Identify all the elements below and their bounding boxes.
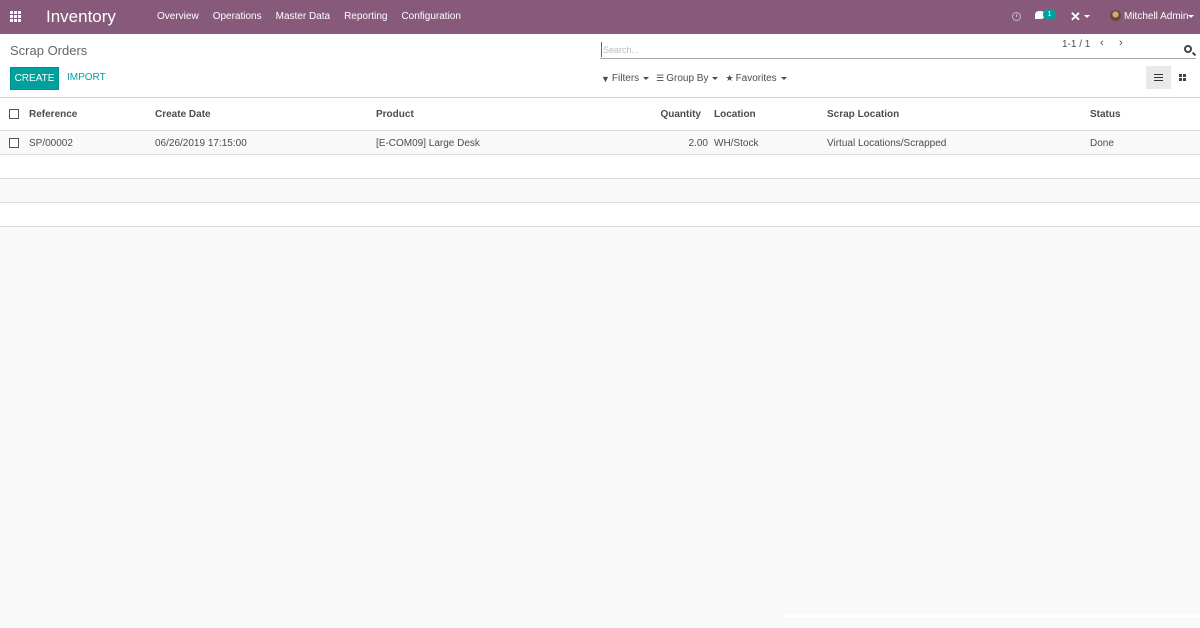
bottom-divider [783,614,1200,617]
menu-item-overview[interactable]: Overview [157,11,199,22]
bars-icon: ☰ [656,73,665,83]
column-header-location[interactable]: Location [714,109,756,120]
star-icon: ★ [725,73,734,83]
table-header: Reference Create Date Product Quantity L… [0,98,1200,131]
cell-scrap-location: Virtual Locations/Scrapped [827,138,947,149]
main-menu: Overview Operations Master Data Reportin… [157,11,475,22]
user-caret-icon [1188,15,1194,18]
empty-row [0,203,1200,227]
apps-grid-icon[interactable] [10,11,22,22]
search-icon[interactable] [1184,45,1192,53]
row-checkbox[interactable] [9,138,19,148]
search-options: ▼ Filters ☰ Group By ★ Favorites [601,73,794,84]
caret-down-icon [643,77,650,80]
avatar[interactable] [1110,10,1121,21]
column-header-reference[interactable]: Reference [29,109,77,120]
favorites-label: Favorites [735,73,777,84]
cell-reference: SP/00002 [29,138,73,149]
list-view-button[interactable] [1146,66,1171,89]
control-panel: Scrap Orders CREATE IMPORT ▼ Filters ☰ G… [0,34,1200,98]
table-row[interactable]: SP/00002 06/26/2019 17:15:00 [E-COM09] L… [0,131,1200,155]
group-by-dropdown[interactable]: ☰ Group By [656,73,719,84]
chat-badge: 1 [1043,9,1056,20]
select-all-checkbox[interactable] [9,109,19,119]
cell-create-date: 06/26/2019 17:15:00 [155,138,247,149]
tools-caret-icon [1084,15,1090,18]
column-header-create-date[interactable]: Create Date [155,109,211,120]
empty-row [0,155,1200,179]
menu-item-operations[interactable]: Operations [213,11,262,22]
empty-row [0,179,1200,203]
filters-dropdown[interactable]: ▼ Filters [601,73,650,84]
pager-value[interactable]: 1-1 / 1 [1062,39,1090,50]
filters-label: Filters [611,73,640,84]
kanban-view-button[interactable] [1172,66,1194,89]
column-header-scrap-location[interactable]: Scrap Location [827,109,899,120]
filter-icon: ▼ [601,73,610,84]
favorites-dropdown[interactable]: ★ Favorites [725,73,787,84]
column-header-quantity[interactable]: Quantity [660,109,701,120]
search-bar [600,42,1196,59]
caret-down-icon [712,77,719,80]
activity-clock-icon[interactable] [1012,12,1021,21]
menu-item-configuration[interactable]: Configuration [401,11,460,22]
kanban-icon [1179,74,1187,81]
column-header-product[interactable]: Product [376,109,414,120]
cell-quantity: 2.00 [688,138,708,149]
scrap-orders-table: Reference Create Date Product Quantity L… [0,98,1200,227]
pager-previous-icon[interactable]: ‹ [1100,37,1104,49]
import-button[interactable]: IMPORT [67,72,106,83]
pager-next-icon[interactable]: › [1119,37,1123,49]
caret-down-icon [780,77,787,80]
app-title[interactable]: Inventory [46,7,116,27]
debug-tools-icon[interactable]: ✕ [1070,9,1081,25]
cell-status: Done [1090,138,1114,149]
breadcrumb: Scrap Orders [10,43,88,58]
group-by-label: Group By [666,73,709,84]
cell-location: WH/Stock [714,138,759,149]
list-icon [1154,74,1163,81]
create-button[interactable]: CREATE [10,67,59,90]
user-menu[interactable]: Mitchell Admin [1124,11,1188,22]
menu-item-master-data[interactable]: Master Data [276,11,330,22]
cell-product: [E-COM09] Large Desk [376,138,480,149]
column-header-status[interactable]: Status [1090,109,1121,120]
menu-item-reporting[interactable]: Reporting [344,11,387,22]
